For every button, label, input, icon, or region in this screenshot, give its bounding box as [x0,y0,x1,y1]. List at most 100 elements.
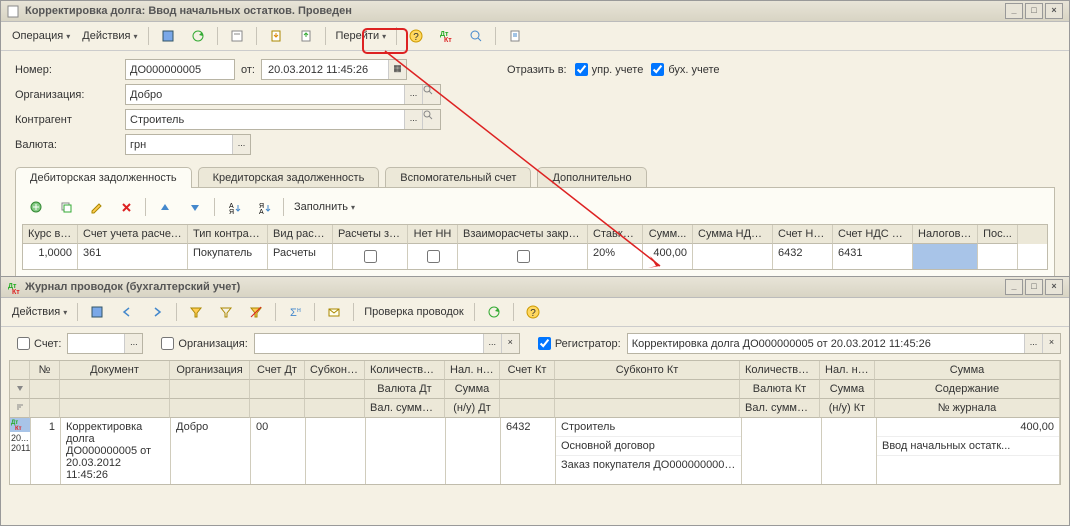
jcol-dt[interactable]: Счет Дт [250,361,305,380]
grid-row[interactable]: 1,0000 361 Покупатель Расчеты 20% 400,00… [23,244,1047,269]
actions2-menu[interactable]: Действия [7,301,72,323]
tab-credit[interactable]: Кредиторская задолженность [198,167,380,188]
j-mail-icon[interactable] [320,301,348,323]
jcol-naldt[interactable]: Нал. на... [445,361,500,380]
org-select-icon[interactable]: ... [404,85,422,104]
schet-filter-chk[interactable]: Счет: [17,337,61,350]
cell-rasch[interactable] [333,244,408,269]
col-netnn[interactable]: Нет НН [408,225,458,244]
jcol-org[interactable]: Организация [170,361,250,380]
col-kurs[interactable]: Курс вз... [23,225,78,244]
org-input[interactable]: Добро... [125,84,441,105]
col-tip[interactable]: Тип контраге... [188,225,268,244]
check-postings-button[interactable]: Проверка проводок [359,301,468,323]
j-help-icon[interactable]: ? [519,301,547,323]
j-filter-icon[interactable] [182,301,210,323]
jcol-nalkt[interactable]: Нал. на... [820,361,875,380]
jcol-subdt[interactable]: Субконт... [305,361,365,380]
jrow-nalkt[interactable] [822,418,877,484]
close-button[interactable]: × [1045,3,1063,19]
reg-filter-input[interactable]: Корректировка долга ДО000000005 от 20.03… [627,333,1061,354]
jrow-subkt[interactable]: Строитель Основной договор Заказ покупат… [556,418,742,484]
minimize-button[interactable]: _ [1005,3,1023,19]
jrow-subdt[interactable] [306,418,366,484]
j-icon1[interactable] [83,301,111,323]
calendar-icon[interactable]: ▦ [388,60,406,79]
edit-row-icon[interactable] [82,196,110,218]
upr-checkbox[interactable]: упр. учете [575,63,644,76]
jrow-dt[interactable]: 00 [251,418,306,484]
refresh-icon[interactable] [184,25,212,47]
cell-vid[interactable]: Расчеты [268,244,333,269]
fill-menu[interactable]: Заполнить [289,196,360,218]
jrow-sum[interactable]: 400,00 Ввод начальных остатк... [877,418,1060,484]
close2-button[interactable]: × [1045,279,1063,295]
jcol-qtydt[interactable]: Количество ... [365,361,445,380]
cell-netnn[interactable] [408,244,458,269]
tab-extra[interactable]: Дополнительно [537,167,646,188]
jcol-doc[interactable]: Документ [60,361,170,380]
sort-desc-icon[interactable]: ЯA [250,196,278,218]
j-filter2-icon[interactable] [212,301,240,323]
cell-summands[interactable] [693,244,773,269]
cur-select-icon[interactable]: ... [232,135,250,154]
min2-button[interactable]: _ [1005,279,1023,295]
col-summa[interactable]: Сумм... [643,225,693,244]
date-input[interactable]: 20.03.2012 11:45:26▦ [261,59,407,80]
j-nav-right-icon[interactable] [143,301,171,323]
jcol-subkt[interactable]: Субконто Кт [555,361,740,380]
col-schetnd[interactable]: Счет НД... [773,225,833,244]
j-nav-left-icon[interactable] [113,301,141,323]
jrow-n[interactable]: 1 [31,418,61,484]
add-row-icon[interactable] [22,196,50,218]
jrow-naldt[interactable] [446,418,501,484]
jcol-qtykt[interactable]: Количество ... [740,361,820,380]
cur-input[interactable]: грн... [125,134,251,155]
actions-menu[interactable]: Действия [77,25,142,47]
jrow-kt[interactable]: 6432 [501,418,556,484]
cell-vzaim[interactable] [458,244,588,269]
cell-kurs[interactable]: 1,0000 [23,244,78,269]
col-nalog[interactable]: Налогово... [913,225,978,244]
col-pos[interactable]: Пос... [978,225,1018,244]
jrow-doc[interactable]: Корректировка долга ДО000000005 от 20.03… [61,418,171,484]
move-down-icon[interactable] [181,196,209,218]
cell-schetndkr[interactable]: 6431 [833,244,913,269]
col-summands[interactable]: Сумма НДС (... [693,225,773,244]
jcol-kt[interactable]: Счет Кт [500,361,555,380]
search-icon[interactable] [462,25,490,47]
tab-aux[interactable]: Вспомогательный счет [385,167,531,188]
org-filter-input[interactable]: ...× [254,333,520,354]
cell-tip[interactable]: Покупатель [188,244,268,269]
jrow-org[interactable]: Добро [171,418,251,484]
cell-schetnd[interactable]: 6432 [773,244,833,269]
journal-row[interactable]: ДтКт 20...2011 1 Корректировка долга ДО0… [10,418,1060,484]
save-icon[interactable] [154,25,182,47]
move-up-icon[interactable] [151,196,179,218]
ctr-input[interactable]: Строитель... [125,109,441,130]
org-open-icon[interactable] [422,85,440,104]
maximize-button[interactable]: □ [1025,3,1043,19]
org-filter-chk[interactable]: Организация: [161,337,247,350]
delete-row-icon[interactable] [112,196,140,218]
goto-menu[interactable]: Перейти [331,25,392,47]
cell-pos[interactable] [978,244,1018,269]
cell-stavka[interactable]: 20% [588,244,643,269]
j-filter-off-icon[interactable] [242,301,270,323]
j-sum-icon[interactable]: Σн [281,301,309,323]
col-schet[interactable]: Счет учета расчетов [78,225,188,244]
cell-nalog[interactable] [913,244,978,269]
schet-filter-input[interactable]: ... [67,333,143,354]
col-schetndkr[interactable]: Счет НДС кр... [833,225,913,244]
max2-button[interactable]: □ [1025,279,1043,295]
col-rasch[interactable]: Расчеты за... [333,225,408,244]
copy-row-icon[interactable] [52,196,80,218]
number-input[interactable]: ДО000000005 [125,59,235,80]
reg-filter-chk[interactable]: Регистратор: [538,337,621,350]
buh-checkbox[interactable]: бух. учете [651,63,719,76]
find-icon[interactable] [223,25,251,47]
cell-schet[interactable]: 361 [78,244,188,269]
cell-summa[interactable]: 400,00 [643,244,693,269]
jcol-n[interactable]: № [30,361,60,380]
tab-debit[interactable]: Дебиторская задолженность [15,167,192,188]
